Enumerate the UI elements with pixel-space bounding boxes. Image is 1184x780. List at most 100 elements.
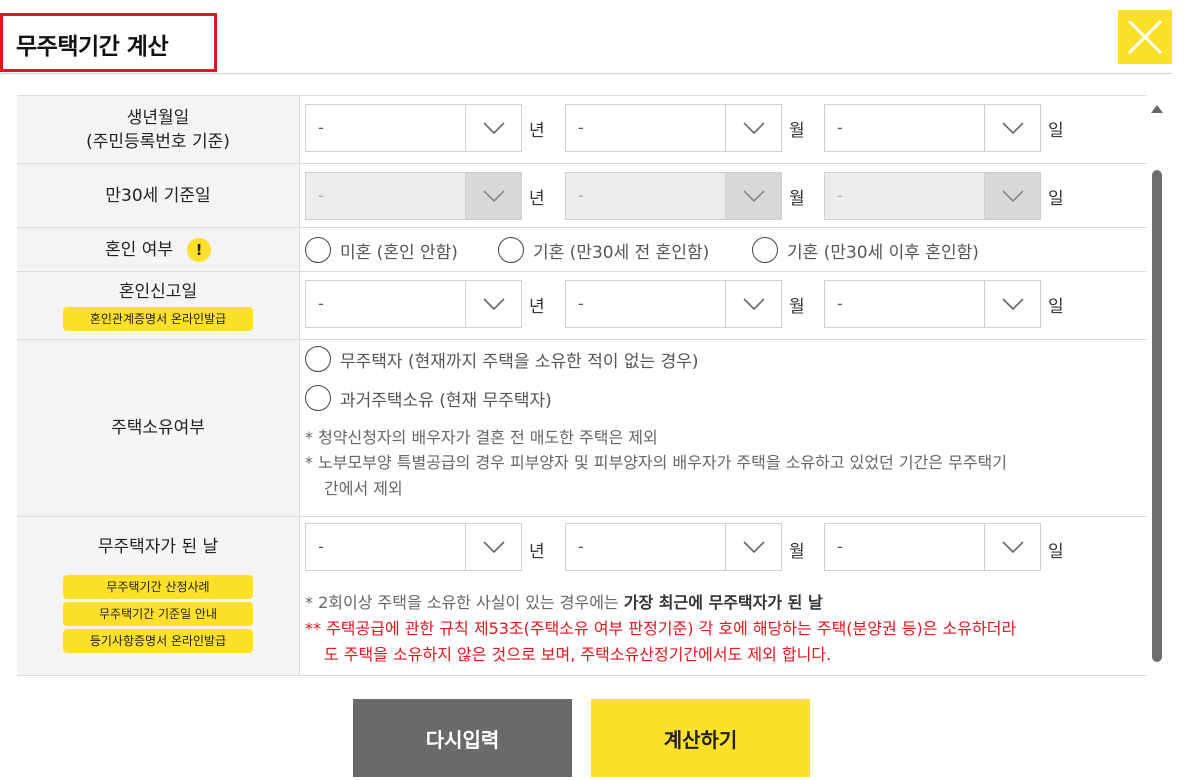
label-ownership-text: 주택소유여부: [111, 418, 205, 438]
scrollbar-thumb[interactable]: [1152, 170, 1162, 662]
radio-circle[interactable]: [305, 385, 331, 411]
chevron-down-icon: [465, 105, 521, 151]
homeless-period-form: 생년월일 (주민등록번호 기준) - 년 - 월 - 일 만30세 기준일 - …: [17, 95, 1147, 676]
homeless-note-1-bold: 가장 최근에 무주택자가 된 날: [623, 593, 823, 612]
birth-day-select[interactable]: -: [824, 104, 1041, 152]
birth-month-value: -: [578, 118, 584, 137]
ownership-note-2: * 노부모부양 특별공급의 경우 피부양자 및 피부양자의 배우자가 주택을 소…: [305, 453, 1007, 472]
reference-date-guide-link-button[interactable]: 무주택기간 기준일 안내: [63, 602, 253, 626]
chevron-down-icon: [465, 173, 521, 219]
label-marriage: 혼인 여부 !: [17, 228, 300, 271]
marriage-year-select[interactable]: -: [305, 280, 522, 328]
row-marriage: 혼인 여부 ! 미혼 (혼인 안함) 기혼 (만30세 전 혼인함) 기혼 (만…: [17, 228, 1147, 272]
age30-year-select: -: [305, 172, 522, 220]
radio-past-owned[interactable]: 과거주택소유 (현재 무주택자): [305, 385, 552, 411]
close-button[interactable]: [1118, 10, 1172, 64]
label-homeless-date: 무주택자가 된 날 무주택기간 산정사례 무주택기간 기준일 안내 등기사항증명…: [17, 517, 300, 675]
homeless-year-value: -: [318, 537, 324, 556]
chevron-down-icon: [984, 173, 1040, 219]
unit-year: 년: [529, 189, 545, 209]
chevron-down-icon: [725, 281, 781, 327]
unit-year: 년: [529, 121, 545, 141]
chevron-down-icon: [465, 524, 521, 570]
radio-married-before30[interactable]: 기혼 (만30세 전 혼인함): [498, 237, 709, 263]
row-homeless-date: 무주택자가 된 날 무주택기간 산정사례 무주택기간 기준일 안내 등기사항증명…: [17, 517, 1147, 676]
homeless-note-2-cont: 도 주택을 소유하지 않은 것으로 보며, 주택소유산정기간에서도 제외 합니다…: [324, 645, 832, 664]
birth-month-select[interactable]: -: [565, 104, 782, 152]
unit-month: 월: [789, 297, 805, 317]
label-marriage-report-text: 혼인신고일: [118, 282, 198, 302]
label-marriage-report: 혼인신고일 혼인관계증명서 온라인발급: [17, 272, 300, 339]
homeless-day-value: -: [837, 537, 843, 556]
marriage-day-value: -: [837, 294, 843, 313]
radio-circle[interactable]: [752, 237, 778, 263]
reset-button[interactable]: 다시입력: [353, 699, 572, 777]
radio-married-after30[interactable]: 기혼 (만30세 이후 혼인함): [752, 237, 979, 263]
age30-day-select: -: [824, 172, 1041, 220]
radio-circle[interactable]: [498, 237, 524, 263]
row-marriage-report: 혼인신고일 혼인관계증명서 온라인발급 - 년 - 월 - 일: [17, 272, 1147, 340]
label-marriage-text: 혼인 여부: [105, 239, 173, 260]
birth-year-select[interactable]: -: [305, 104, 522, 152]
marriage-cert-link-button[interactable]: 혼인관계증명서 온라인발급: [63, 307, 253, 331]
chevron-down-icon: [725, 524, 781, 570]
chevron-down-icon: [465, 281, 521, 327]
radio-never-owned-label: 무주택자 (현재까지 주택을 소유한 적이 없는 경우): [340, 351, 699, 372]
marriage-day-select[interactable]: -: [824, 280, 1041, 328]
chevron-down-icon: [984, 105, 1040, 151]
scroll-up-arrow-icon[interactable]: [1150, 104, 1164, 114]
homeless-day-select[interactable]: -: [824, 523, 1041, 571]
age30-month-value: -: [578, 186, 584, 205]
registry-cert-link-button[interactable]: 등기사항증명서 온라인발급: [63, 629, 253, 653]
chevron-down-icon: [984, 524, 1040, 570]
homeless-note-1-text: * 2회이상 주택을 소유한 사실이 있는 경우에는: [305, 593, 624, 612]
radio-single[interactable]: 미혼 (혼인 안함): [305, 237, 458, 263]
radio-single-label: 미혼 (혼인 안함): [340, 242, 458, 263]
radio-never-owned[interactable]: 무주택자 (현재까지 주택을 소유한 적이 없는 경우): [305, 346, 699, 372]
chevron-down-icon: [984, 281, 1040, 327]
calc-examples-link-button[interactable]: 무주택기간 산정사례: [63, 575, 253, 599]
birth-year-value: -: [318, 118, 324, 137]
radio-circle[interactable]: [305, 237, 331, 263]
chevron-down-icon: [725, 105, 781, 151]
label-age30-text: 만30세 기준일: [105, 185, 211, 206]
label-birth-date: 생년월일 (주민등록번호 기준): [17, 96, 300, 163]
ownership-note-1: * 청약신청자의 배우자가 결혼 전 매도한 주택은 제외: [305, 428, 658, 447]
row-age30-date: 만30세 기준일 - 년 - 월 - 일: [17, 164, 1147, 228]
marriage-month-value: -: [578, 294, 584, 313]
unit-day: 일: [1048, 121, 1064, 141]
radio-circle[interactable]: [305, 346, 331, 372]
label-homeless-date-text: 무주택자가 된 날: [97, 537, 219, 557]
homeless-year-select[interactable]: -: [305, 523, 522, 571]
unit-month: 월: [789, 189, 805, 209]
homeless-month-select[interactable]: -: [565, 523, 782, 571]
label-birth-date-sub: (주민등록번호 기준): [86, 131, 230, 152]
calculate-button[interactable]: 계산하기: [591, 699, 810, 777]
label-birth-date-title: 생년월일: [126, 107, 190, 128]
unit-year: 년: [529, 542, 545, 562]
row-ownership: 주택소유여부 무주택자 (현재까지 주택을 소유한 적이 없는 경우) 과거주택…: [17, 340, 1147, 517]
unit-day: 일: [1048, 297, 1064, 317]
homeless-month-value: -: [578, 537, 584, 556]
unit-month: 월: [789, 121, 805, 141]
marriage-month-select[interactable]: -: [565, 280, 782, 328]
age30-year-value: -: [318, 186, 324, 205]
radio-past-owned-label: 과거주택소유 (현재 무주택자): [340, 390, 552, 411]
unit-year: 년: [529, 297, 545, 317]
chevron-down-icon: [725, 173, 781, 219]
ownership-note-2-cont: 간에서 제외: [324, 479, 403, 498]
radio-married-after30-label: 기혼 (만30세 이후 혼인함): [787, 242, 979, 263]
label-ownership: 주택소유여부: [17, 340, 300, 516]
title-divider: [0, 73, 1172, 74]
marriage-year-value: -: [318, 294, 324, 313]
row-birth-date: 생년월일 (주민등록번호 기준) - 년 - 월 - 일: [17, 96, 1147, 164]
birth-day-value: -: [837, 118, 843, 137]
close-icon: [1127, 19, 1163, 55]
dialog-title: 무주택기간 계산: [16, 34, 169, 60]
exclamation-icon[interactable]: !: [186, 237, 211, 262]
homeless-note-2: ** 주택공급에 관한 규칙 제53조(주택소유 여부 판정기준) 각 호에 해…: [305, 619, 1017, 638]
label-age30-date: 만30세 기준일: [17, 164, 300, 227]
unit-day: 일: [1048, 189, 1064, 209]
unit-day: 일: [1048, 542, 1064, 562]
unit-month: 월: [789, 542, 805, 562]
